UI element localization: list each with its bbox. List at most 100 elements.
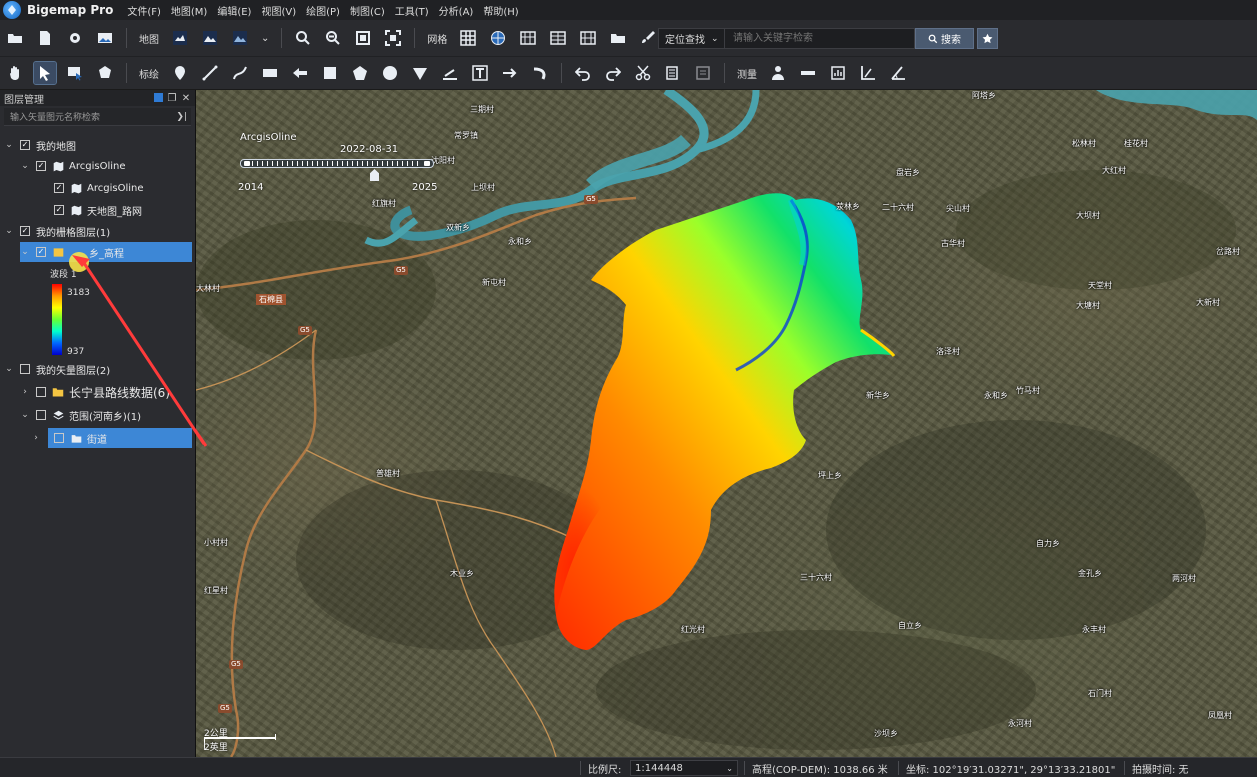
tree-item-tianditu[interactable]: ✓ 天地图_路网 [48,200,142,220]
select-polygon-icon[interactable] [94,62,116,84]
redo-icon[interactable] [602,62,624,84]
copy-icon[interactable] [662,62,684,84]
menu-draw[interactable]: 绘图(P) [306,3,340,18]
grid-tile-icon[interactable] [517,27,539,49]
hybrid-map-icon[interactable] [229,27,251,49]
favorite-star-button[interactable] [977,28,998,49]
close-icon[interactable]: ✕ [181,93,191,104]
zoom-out-icon[interactable] [322,27,344,49]
chevron-down-icon[interactable]: ⌄ [20,247,30,257]
draw-measure-line-icon[interactable] [439,62,461,84]
curved-arrow-icon[interactable] [529,62,551,84]
menu-analysis[interactable]: 分析(A) [439,3,474,18]
menu-help[interactable]: 帮助(H) [483,3,518,18]
tree-item-arcgis-layer[interactable]: ✓ ArcgisOline [48,178,143,198]
chevron-down-icon[interactable]: ⌄ [4,140,14,150]
draw-rectangle-icon[interactable] [259,62,281,84]
satellite-map-icon[interactable] [169,27,191,49]
terrain-map-icon[interactable] [199,27,221,49]
chevron-down-icon[interactable]: ⌄ [20,161,30,171]
checkbox[interactable] [36,387,46,397]
folder-icon[interactable] [607,27,629,49]
float-window-icon[interactable]: ❐ [167,93,177,104]
checkbox[interactable]: ✓ [20,140,30,150]
globe-icon[interactable] [487,27,509,49]
search-button[interactable]: 搜索 [915,28,974,49]
undo-icon[interactable] [572,62,594,84]
checkbox[interactable] [36,410,46,420]
checkbox[interactable]: ✓ [54,205,64,215]
tree-item-arcgis-group[interactable]: ⌄ ✓ ArcgisOline [20,156,125,176]
checkbox[interactable]: ✓ [36,247,46,257]
map-place-label: 金孔乡 [1078,569,1102,578]
tree-item-street-expander[interactable]: › [34,428,38,448]
chevron-down-icon[interactable]: ⌄ [4,226,14,236]
scale-select[interactable]: 1:144448 ⌄ [630,760,738,776]
road-shield-g5: G5 [229,660,243,669]
draw-sector-icon[interactable] [409,62,431,84]
elevation-raster[interactable] [554,193,896,650]
chevron-right-icon[interactable]: › [34,433,38,443]
zoom-extent-icon[interactable] [352,27,374,49]
dock-icon[interactable] [154,93,163,102]
chevron-down-icon[interactable]: ⌄ [4,364,14,374]
measure-height-icon[interactable] [857,62,879,84]
menu-view[interactable]: 视图(V) [261,3,296,18]
paste-icon[interactable] [692,62,714,84]
pan-hand-icon[interactable] [4,62,26,84]
grid-icon[interactable] [457,27,479,49]
map-canvas[interactable]: 三期村 常罗镇 沈阳村 上坝村 红旗村 双新乡 永和乡 新屯村 石棉县 大林村 … [196,90,1257,757]
new-document-icon[interactable] [34,27,56,49]
settings-gear-icon[interactable] [64,27,86,49]
measure-person-icon[interactable] [767,62,789,84]
checkbox[interactable] [20,364,30,374]
full-extent-icon[interactable] [382,27,404,49]
open-folder-icon[interactable] [4,27,26,49]
chevron-down-icon[interactable]: ⌄ [261,33,269,44]
map-place-label: 红旗村 [372,199,396,208]
image-icon[interactable] [94,27,116,49]
tree-item-my-maps[interactable]: ⌄ ✓ 我的地图 [4,135,76,155]
search-mode-select[interactable]: 定位查找 ⌄ [658,28,725,49]
draw-circle-icon[interactable] [379,62,401,84]
menu-cartography[interactable]: 制图(C) [350,3,385,18]
draw-curve-icon[interactable] [229,62,251,84]
imagery-time-slider[interactable]: ArcgisOline 2022-08-31 2014 2025 [238,128,438,196]
text-label-icon[interactable] [469,62,491,84]
map-place-label: 三期村 [470,105,494,114]
layer-search-field[interactable]: 输入矢量图元名称检索 ❯| [4,108,191,126]
checkbox[interactable]: ✓ [54,183,64,193]
draw-pentagon-icon[interactable] [349,62,371,84]
map-place-label: 凤凰村 [1208,711,1232,720]
grid-tile-3-icon[interactable] [577,27,599,49]
arrow-right-icon[interactable] [499,62,521,84]
menu-tools[interactable]: 工具(T) [395,3,429,18]
select-arrow-icon[interactable] [33,61,57,85]
brush-icon[interactable] [637,27,659,49]
search-input[interactable] [725,28,915,49]
map-layer-icon [70,204,82,216]
select-box-icon[interactable] [64,62,86,84]
draw-square-icon[interactable] [319,62,341,84]
draw-line-icon[interactable] [199,62,221,84]
zoom-in-icon[interactable] [292,27,314,49]
draw-arrow-shape-icon[interactable] [289,62,311,84]
tree-item-raster-group[interactable]: ⌄ ✓ 我的栅格图层(1) [4,221,110,241]
grid-tile-2-icon[interactable] [547,27,569,49]
collapse-panel-icon[interactable]: ❯| [176,112,187,122]
menu-file[interactable]: 文件(F) [127,3,161,18]
measure-angle-icon[interactable] [887,62,909,84]
menu-edit[interactable]: 编辑(E) [217,3,251,18]
marker-pin-icon[interactable] [169,62,191,84]
chevron-right-icon[interactable]: › [20,387,30,397]
checkbox[interactable]: ✓ [20,226,30,236]
cut-scissors-icon[interactable] [632,62,654,84]
checkbox[interactable]: ✓ [36,161,46,171]
measure-distance-icon[interactable] [797,62,819,84]
time-slider-thumb[interactable] [370,169,379,181]
map-place-label: 两河村 [1172,574,1196,583]
checkbox[interactable] [54,433,64,443]
measure-area-icon[interactable] [827,62,849,84]
chevron-down-icon[interactable]: ⌄ [20,410,30,420]
menu-map[interactable]: 地图(M) [171,3,207,18]
